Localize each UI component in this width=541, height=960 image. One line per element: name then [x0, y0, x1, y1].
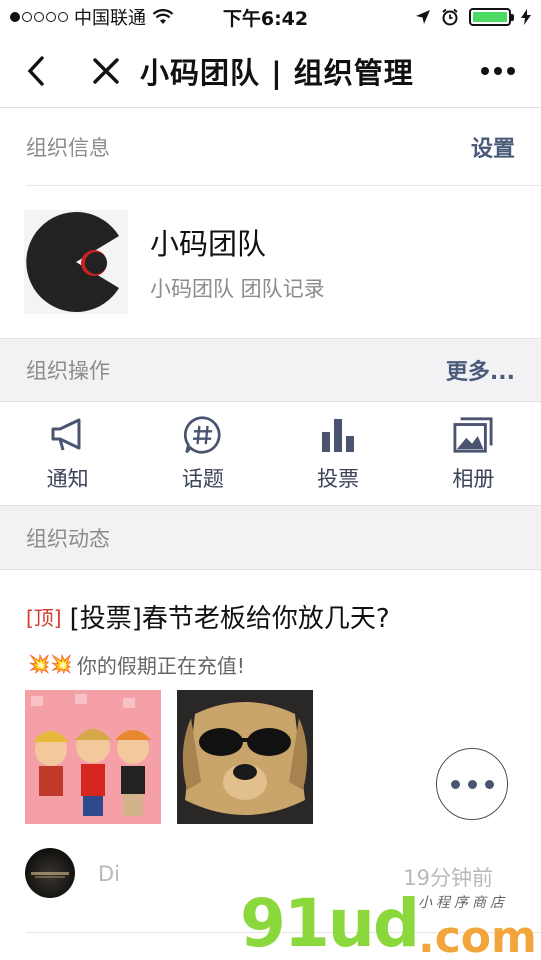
org-card[interactable]: 小码团队 小码团队 团队记录	[0, 186, 541, 338]
megaphone-icon	[48, 415, 88, 455]
watermark-tld: .com	[418, 912, 537, 960]
post-title: [投票]春节老板给你放几天?	[69, 604, 390, 634]
org-info-header: 组织信息 设置	[0, 108, 541, 186]
op-label: 话题	[181, 466, 224, 491]
more-dot-icon	[467, 779, 477, 789]
status-time: 下午6:42	[222, 7, 309, 30]
op-notice[interactable]: 通知	[0, 402, 135, 505]
more-dot-icon	[494, 67, 502, 75]
back-button[interactable]	[8, 43, 64, 99]
op-topic[interactable]: 话题	[135, 402, 270, 505]
org-name: 小码团队	[150, 227, 267, 261]
album-icon	[453, 415, 493, 455]
watermark-brand: 91ud	[240, 885, 420, 960]
wifi-icon	[152, 9, 174, 24]
op-vote[interactable]: 投票	[271, 402, 406, 505]
bar-chart-icon	[318, 415, 358, 455]
more-dot-icon	[450, 779, 460, 789]
more-dot-icon	[481, 67, 489, 75]
chevron-left-icon	[27, 55, 44, 86]
org-ops-header: 组织操作 更多...	[0, 338, 541, 402]
post-image-cartoon[interactable]	[25, 690, 161, 824]
status-right	[331, 8, 531, 26]
post-subtitle: 你的假期正在充值!	[76, 654, 245, 678]
org-ops-title: 组织操作	[26, 359, 110, 383]
charging-bolt-icon	[521, 9, 531, 25]
org-logo	[24, 210, 128, 314]
op-album[interactable]: 相册	[406, 402, 541, 505]
author-name[interactable]: Di	[98, 862, 120, 886]
close-button[interactable]	[78, 43, 134, 99]
status-left: 中国联通	[10, 4, 210, 30]
op-label: 投票	[317, 466, 360, 491]
author-avatar[interactable]	[25, 848, 75, 898]
more-dot-icon	[507, 67, 515, 75]
ops-grid: 通知 话题 投票 相册	[0, 402, 541, 506]
floating-more-button[interactable]	[436, 748, 508, 820]
settings-link[interactable]: 设置	[471, 131, 515, 163]
pin-tag: [顶]	[26, 606, 62, 630]
org-text: 小码团队 小码团队 团队记录	[150, 221, 325, 303]
burst-emoji: 💥💥	[28, 654, 73, 675]
op-label: 相册	[452, 466, 495, 491]
post-title-row: [顶] [投票]春节老板给你放几天?	[26, 598, 390, 635]
org-info-title: 组织信息	[26, 136, 110, 160]
feed-header: 组织动态	[0, 506, 541, 570]
org-subtitle: 小码团队 团队记录	[150, 277, 325, 301]
op-label: 通知	[46, 466, 89, 491]
watermark-logo: 91ud 小程序商店 .com	[240, 888, 540, 960]
status-bar: 中国联通 下午6:42	[0, 0, 541, 34]
page-title: 小码团队 | 组织管理	[140, 55, 414, 90]
battery-icon	[469, 8, 514, 26]
post-subtitle-row: 💥💥 你的假期正在充值!	[28, 650, 245, 679]
close-icon	[93, 57, 119, 84]
more-dot-icon	[484, 779, 494, 789]
carrier-label: 中国联通	[74, 8, 146, 29]
post-image-dog[interactable]	[177, 690, 313, 824]
location-arrow-icon	[416, 10, 430, 24]
more-menu-button[interactable]	[473, 46, 523, 96]
signal-icon	[10, 12, 68, 22]
feed-title: 组织动态	[26, 526, 110, 551]
hashtag-bubble-icon	[183, 415, 223, 455]
alarm-icon	[442, 8, 458, 26]
watermark-tagline: 小程序商店	[418, 895, 508, 911]
more-ops-link[interactable]: 更多...	[446, 354, 515, 386]
nav-bar: 小码团队 | 组织管理	[0, 34, 541, 108]
